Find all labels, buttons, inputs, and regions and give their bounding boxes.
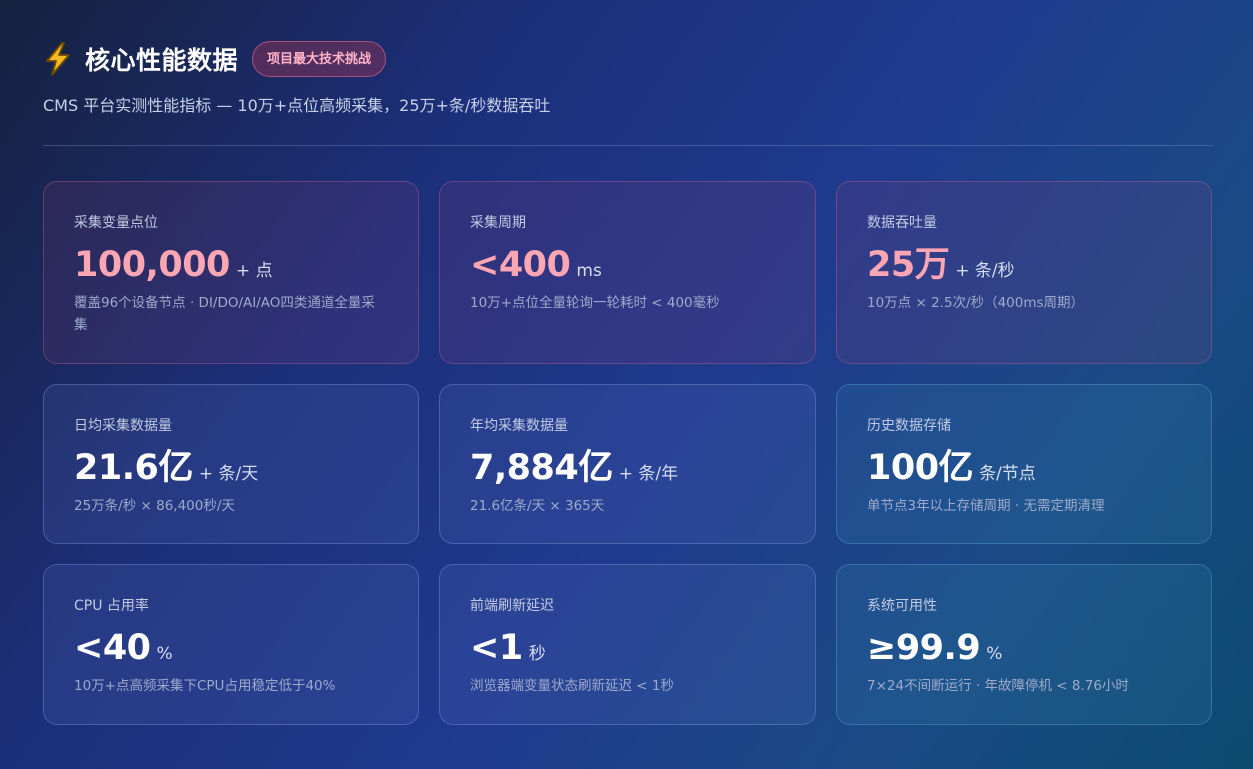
page-title: 核心性能数据	[85, 46, 239, 75]
metric-unit: + 条/秒	[955, 261, 1015, 281]
metric-label: 采集变量点位	[74, 215, 158, 231]
metric-description: 25万条/秒 × 86,400秒/天	[74, 498, 235, 514]
metric-card-daily-volume: 日均采集数据量 21.6亿 + 条/天 25万条/秒 × 86,400秒/天	[43, 384, 419, 544]
metric-description: 7×24不间断运行 · 年故障停机 < 8.76小时	[867, 678, 1129, 694]
metric-description: 10万+点高频采集下CPU占用稳定低于40%	[74, 678, 336, 694]
metric-value-row: ≥99.9 %	[867, 627, 1181, 669]
metric-description: 21.6亿条/天 × 365天	[470, 498, 605, 514]
metric-card-collection-points: 采集变量点位 100,000 + 点 覆盖96个设备节点 · DI/DO/AI/…	[43, 181, 419, 364]
metric-card-history-storage: 历史数据存储 100亿 条/节点 单节点3年以上存储周期 · 无需定期清理	[836, 384, 1212, 544]
metric-description: 覆盖96个设备节点 · DI/DO/AI/AO四类通道全量采集	[74, 295, 375, 333]
metric-value-row: 100,000 + 点	[74, 244, 388, 286]
metric-label: CPU 占用率	[74, 598, 149, 614]
metric-value-row: <40 %	[74, 627, 388, 669]
metric-unit: %	[986, 644, 1003, 664]
metric-value: <40	[74, 628, 151, 668]
metric-value-row: 7,884亿 + 条/年	[470, 447, 785, 489]
metric-value: 25万	[867, 245, 950, 285]
header-divider	[43, 145, 1213, 146]
metric-card-cpu-usage: CPU 占用率 <40 % 10万+点高频采集下CPU占用稳定低于40%	[43, 564, 419, 725]
metric-value-row: <400 ms	[470, 244, 785, 286]
metric-value-row: <1 秒	[470, 627, 785, 669]
metric-value: 100亿	[867, 448, 974, 488]
metric-unit: 条/节点	[979, 464, 1036, 484]
page-header: 核心性能数据 项目最大技术挑战 CMS 平台实测性能指标 — 10万+点位高频采…	[43, 38, 1213, 116]
metric-description: 单节点3年以上存储周期 · 无需定期清理	[867, 498, 1105, 514]
metric-value: 100,000	[74, 245, 230, 285]
metric-value-row: 25万 + 条/秒	[867, 244, 1181, 286]
metric-value-row: 21.6亿 + 条/天	[74, 447, 388, 489]
challenge-badge: 项目最大技术挑战	[252, 41, 387, 77]
metric-value: ≥99.9	[867, 628, 981, 668]
metric-label: 数据吞吐量	[867, 215, 937, 231]
title-row: 核心性能数据 项目最大技术挑战	[43, 38, 1213, 80]
metric-unit: + 条/天	[198, 464, 259, 484]
page-subtitle: CMS 平台实测性能指标 — 10万+点位高频采集，25万+条/秒数据吞吐	[43, 96, 551, 115]
metric-label: 采集周期	[470, 215, 526, 231]
metric-card-yearly-volume: 年均采集数据量 7,884亿 + 条/年 21.6亿条/天 × 365天	[439, 384, 816, 544]
metric-unit: 秒	[528, 644, 546, 664]
metric-label: 年均采集数据量	[470, 418, 568, 434]
metric-label: 历史数据存储	[867, 418, 951, 434]
lightning-bolt-icon	[43, 42, 73, 76]
metric-label: 前端刷新延迟	[470, 598, 554, 614]
metric-label: 系统可用性	[867, 598, 937, 614]
metric-card-refresh-latency: 前端刷新延迟 <1 秒 浏览器端变量状态刷新延迟 < 1秒	[439, 564, 816, 725]
metric-card-availability: 系统可用性 ≥99.9 % 7×24不间断运行 · 年故障停机 < 8.76小时	[836, 564, 1212, 725]
metric-description: 浏览器端变量状态刷新延迟 < 1秒	[470, 678, 674, 694]
metric-label: 日均采集数据量	[74, 418, 172, 434]
metric-description: 10万点 × 2.5次/秒（400ms周期）	[867, 295, 1085, 311]
metric-unit: %	[156, 644, 173, 664]
metric-unit: + 点	[235, 261, 273, 281]
metric-value: 21.6亿	[74, 448, 193, 488]
metric-unit: ms	[576, 261, 602, 281]
metric-value: <400	[470, 245, 571, 285]
metric-value: 7,884亿	[470, 448, 613, 488]
metric-description: 10万+点位全量轮询一轮耗时 < 400毫秒	[470, 295, 720, 311]
metric-card-throughput: 数据吞吐量 25万 + 条/秒 10万点 × 2.5次/秒（400ms周期）	[836, 181, 1212, 364]
metric-value: <1	[470, 628, 523, 668]
metric-unit: + 条/年	[618, 464, 679, 484]
metric-value-row: 100亿 条/节点	[867, 447, 1181, 489]
metric-card-collection-cycle: 采集周期 <400 ms 10万+点位全量轮询一轮耗时 < 400毫秒	[439, 181, 816, 364]
